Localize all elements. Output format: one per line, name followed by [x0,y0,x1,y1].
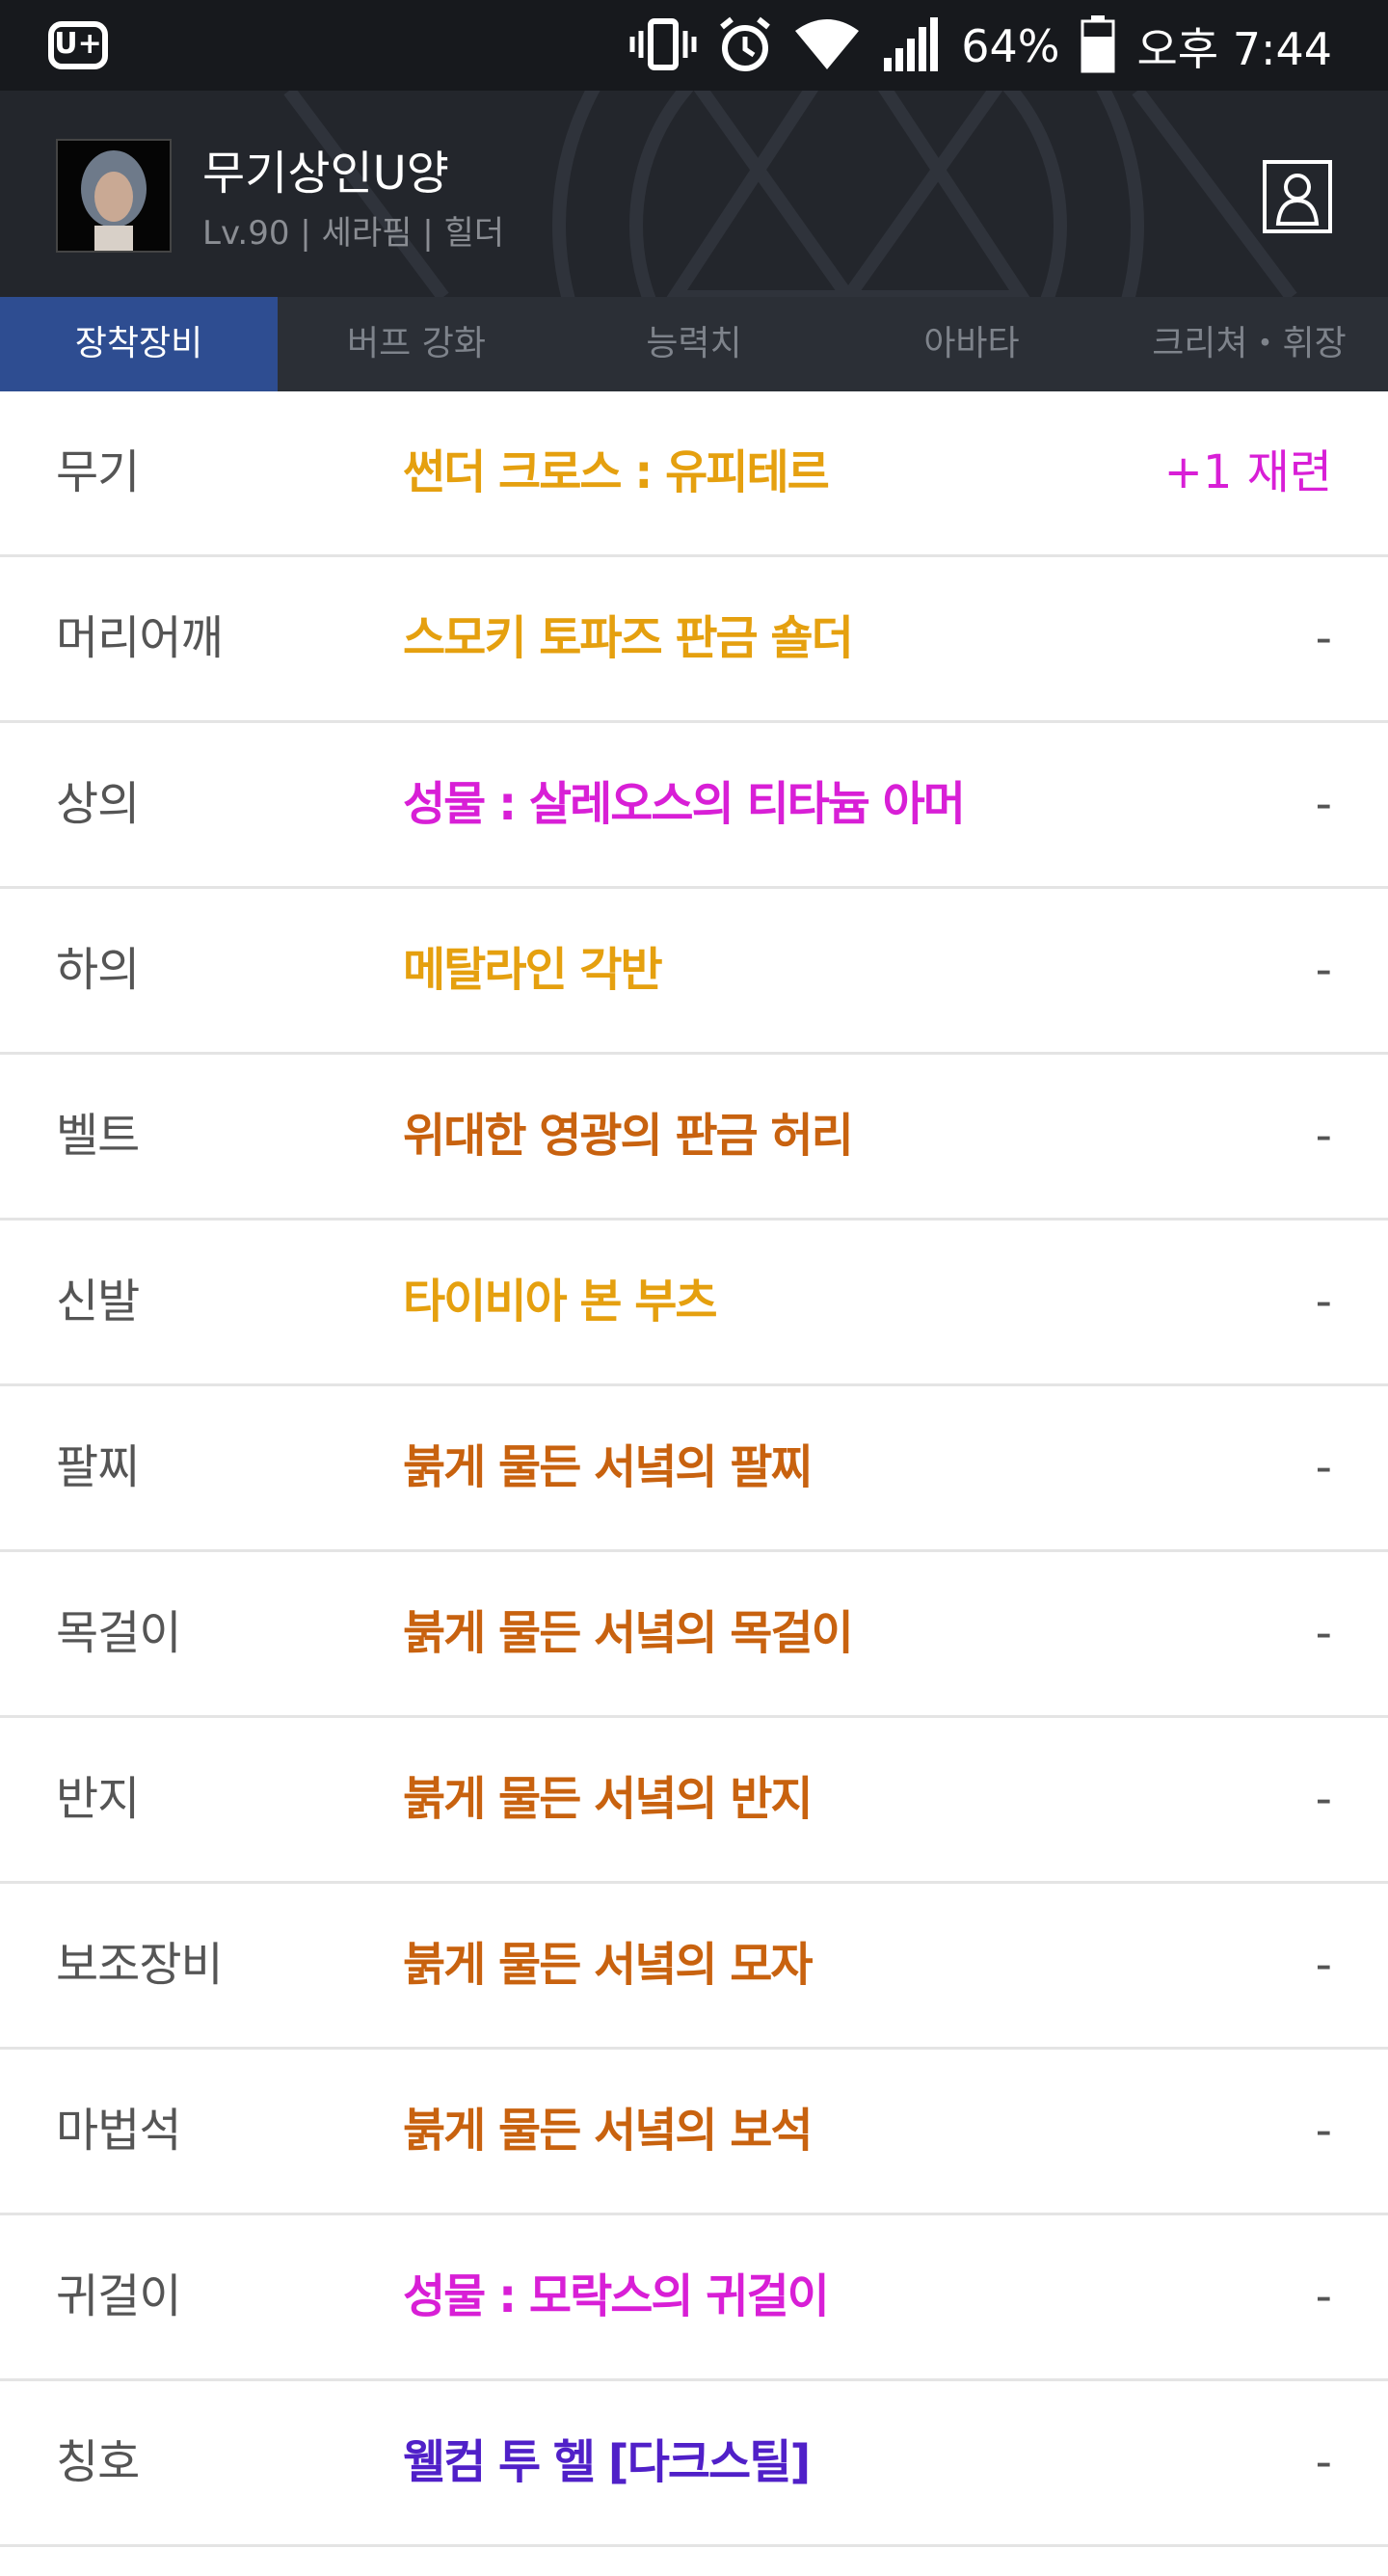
equipment-row-title[interactable]: 칭호 웰컴 투 헬 [다크스틸] - [0,2381,1388,2547]
equipment-row-sub-equipment[interactable]: 보조장비 붉게 물든 서녘의 모자 - [0,1884,1388,2050]
tab-avatar[interactable]: 아바타 [833,297,1110,391]
slot-label: 무기 [56,445,140,499]
slot-label: 벨트 [56,1109,140,1163]
slot-label: 팔찌 [56,1440,140,1494]
character-name: 무기상인U양 [202,147,449,201]
equipment-row-necklace[interactable]: 목걸이 붉게 물든 서녘의 목걸이 - [0,1552,1388,1718]
upgrade-value: - [1315,1938,1332,1992]
upgrade-value: - [1315,777,1332,831]
equipment-row-bottom[interactable]: 하의 메탈라인 각반 - [0,889,1388,1055]
equipment-row-top[interactable]: 상의 성물 : 살레오스의 티타늄 아머 - [0,723,1388,889]
item-name: 웰컴 투 헬 [다크스틸] [403,2435,811,2489]
item-name: 붉게 물든 서녘의 모자 [403,1938,814,1992]
item-name: 썬더 크로스 : 유피테르 [403,445,830,499]
upgrade-value: - [1315,943,1332,997]
equipment-row-bracelet[interactable]: 팔찌 붉게 물든 서녘의 팔찌 - [0,1386,1388,1552]
battery-percent: 64% [961,20,1060,72]
battery-icon [1081,15,1115,77]
slot-label: 하의 [56,943,140,997]
slot-label: 귀걸이 [56,2269,181,2323]
tab-buff-enhance[interactable]: 버프 강화 [278,297,555,391]
person-icon[interactable] [1263,160,1332,233]
equipment-list: 무기 썬더 크로스 : 유피테르 +1 재련 머리어깨 스모키 토파즈 판금 숄… [0,391,1388,2547]
signal-icon [882,15,940,77]
upgrade-value: - [1315,1440,1332,1494]
item-name: 위대한 영광의 판금 허리 [403,1109,854,1163]
upgrade-value: - [1315,2435,1332,2489]
tab-creature-emblem[interactable]: 크리쳐・휘장 [1110,297,1388,391]
slot-label: 신발 [56,1275,140,1328]
profile-header: 무기상인U양 Lv.90 | 세라핌 | 힐더 [0,91,1388,297]
slot-label: 반지 [56,1772,140,1826]
item-name: 붉게 물든 서녘의 보석 [403,2104,814,2158]
item-name: 붉게 물든 서녘의 반지 [403,1772,814,1826]
vibrate-icon [629,15,697,77]
equipment-row-shoes[interactable]: 신발 타이비아 본 부츠 - [0,1221,1388,1386]
item-name: 타이비아 본 부츠 [403,1275,718,1328]
item-name: 메탈라인 각반 [403,943,663,997]
wifi-icon [793,15,861,77]
character-info: Lv.90 | 세라핌 | 힐더 [202,214,505,253]
upgrade-value: - [1315,1606,1332,1660]
equipment-row-ring[interactable]: 반지 붉게 물든 서녘의 반지 - [0,1718,1388,1884]
status-bar: U+ 64% 오후 7:44 [0,0,1388,91]
equipment-row-belt[interactable]: 벨트 위대한 영광의 판금 허리 - [0,1055,1388,1221]
tab-stats[interactable]: 능력치 [555,297,833,391]
item-name: 성물 : 모락스의 귀걸이 [403,2269,830,2323]
equipment-row-weapon[interactable]: 무기 썬더 크로스 : 유피테르 +1 재련 [0,391,1388,557]
slot-label: 보조장비 [56,1938,224,1992]
upgrade-value: - [1315,611,1332,665]
item-name: 성물 : 살레오스의 티타늄 아머 [403,777,966,831]
upgrade-value: - [1315,1275,1332,1328]
alarm-icon [718,15,772,77]
tab-bar: 장착장비 버프 강화 능력치 아바타 크리쳐・휘장 [0,297,1388,391]
slot-label: 마법석 [56,2104,181,2158]
slot-label: 머리어깨 [56,611,224,665]
equipment-row-earring[interactable]: 귀걸이 성물 : 모락스의 귀걸이 - [0,2215,1388,2381]
slot-label: 목걸이 [56,1606,181,1660]
clock: 오후 7:44 [1136,23,1332,75]
slot-label: 상의 [56,777,140,831]
upgrade-value: +1 재련 [1163,445,1332,499]
equipment-row-magic-stone[interactable]: 마법석 붉게 물든 서녘의 보석 - [0,2050,1388,2215]
tab-equipment[interactable]: 장착장비 [0,297,278,391]
item-name: 붉게 물든 서녘의 팔찌 [403,1440,814,1494]
item-name: 스모키 토파즈 판금 숄더 [403,611,854,665]
slot-label: 칭호 [56,2435,140,2489]
carrier-logo: U+ [48,21,108,69]
upgrade-value: - [1315,1109,1332,1163]
status-icons: 64% 오후 7:44 [629,15,1332,77]
upgrade-value: - [1315,2104,1332,2158]
upgrade-value: - [1315,1772,1332,1826]
item-name: 붉게 물든 서녘의 목걸이 [403,1606,854,1660]
equipment-row-head-shoulder[interactable]: 머리어깨 스모키 토파즈 판금 숄더 - [0,557,1388,723]
avatar[interactable] [56,139,172,253]
upgrade-value: - [1315,2269,1332,2323]
